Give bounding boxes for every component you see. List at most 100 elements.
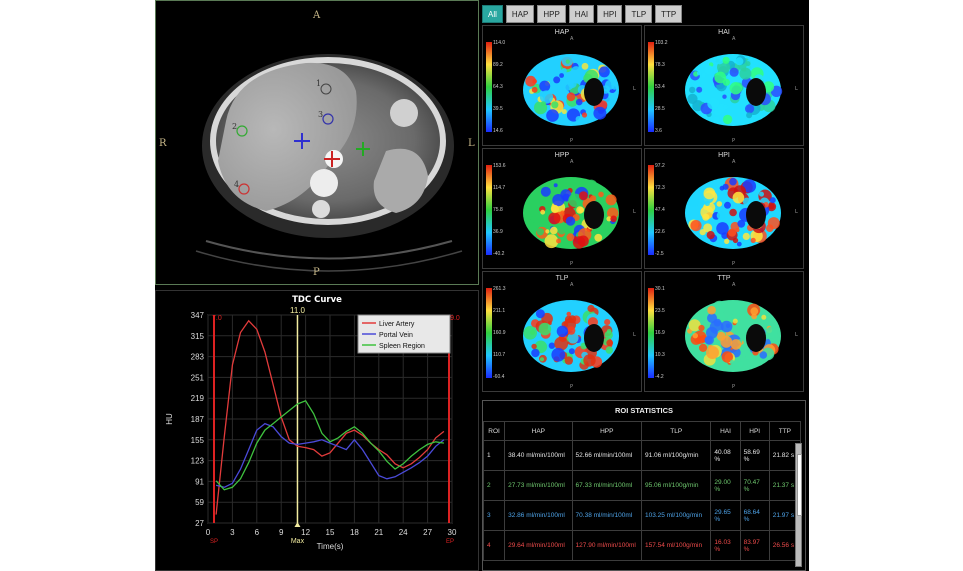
map-orientation-right: L — [795, 332, 798, 338]
cell-hpp: 52.66 ml/min/100ml — [571, 440, 642, 471]
map-2[interactable]: HAI 103.2 78.3 53.4 28.5 3.6 A P L — [644, 25, 804, 146]
y-tick-label: 315 — [191, 332, 205, 341]
scale-value: 16.9 — [655, 330, 665, 336]
col-tlp: TLP — [640, 421, 712, 441]
scale-value: -4.2 — [655, 374, 664, 380]
scale-value: 103.2 — [655, 40, 668, 46]
cell-hpi: 70.47 % — [739, 470, 770, 501]
scale-value: -2.5 — [655, 251, 664, 257]
map-pixel — [551, 101, 559, 109]
map-pixel — [550, 226, 558, 235]
map-1[interactable]: HAP 114.0 89.2 64.3 39.5 14.6 A P L — [482, 25, 642, 146]
map-pixel — [529, 222, 539, 232]
table-row[interactable]: 4 29.64 ml/min/100ml 127.90 ml/min/100ml 15… — [483, 530, 802, 561]
map-pixel — [540, 209, 546, 215]
map-5[interactable]: TLP 261.3 211.1 160.9 110.7 -60.4 A P L — [482, 271, 642, 392]
col-hpp: HPP — [571, 421, 642, 441]
perfusion-map-image[interactable] — [678, 165, 788, 260]
x-axis-label: Time(s) — [317, 542, 344, 551]
map-6[interactable]: TTP 30.1 23.5 16.9 10.3 -4.2 A P L — [644, 271, 804, 392]
cell-hai: 40.08 % — [710, 440, 741, 471]
map-pixel — [745, 104, 755, 114]
map-pixel — [530, 329, 535, 335]
cell-hpp: 67.33 ml/min/100ml — [571, 470, 642, 501]
table-row[interactable]: 2 27.73 ml/min/100ml 67.33 ml/min/100ml 95.… — [483, 470, 802, 501]
color-scale-bar — [648, 165, 654, 255]
map-orientation-top: A — [732, 282, 736, 288]
stats-scrollbar[interactable] — [795, 443, 802, 567]
map-orientation-bottom: P — [570, 138, 574, 144]
stats-table: ROI HAP HPP TLP HAI HPI TTP 1 38.40 ml/mi… — [483, 421, 802, 561]
map-pixel — [745, 61, 751, 67]
map-pixel — [696, 71, 702, 76]
map-pixel — [689, 197, 699, 207]
map-pixel — [716, 222, 729, 235]
map-pixel — [565, 216, 576, 226]
perfusion-map-image[interactable] — [678, 42, 788, 137]
perfusion-map-image[interactable] — [516, 42, 626, 137]
scale-value: 153.6 — [493, 163, 506, 169]
ct-viewer[interactable]: A P R L 1 2 3 4 — [155, 0, 479, 285]
tab-hpp[interactable]: HPP — [537, 5, 566, 23]
map-pixel — [751, 313, 757, 320]
perfusion-map-image[interactable] — [516, 288, 626, 383]
map-title: HAI — [718, 29, 730, 36]
scroll-thumb[interactable] — [797, 454, 802, 516]
roi-label-2: 2 — [232, 122, 238, 131]
map-pixel — [530, 216, 538, 223]
color-scale-bar — [486, 288, 492, 378]
map-pixel — [736, 241, 742, 247]
perfusion-map-image[interactable] — [516, 165, 626, 260]
tdc-chart[interactable]: 0 3 6 9 12 15 18 21 24 27 30 27 59 91 123 155 187 219 251 2… — [156, 291, 478, 570]
col-roi: ROI — [483, 421, 506, 441]
map-pixel — [765, 326, 778, 339]
map-pixel — [598, 66, 610, 78]
x-tick-label: 3 — [230, 528, 235, 537]
orientation-bottom: P — [313, 267, 320, 278]
map-pixel — [714, 71, 727, 84]
y-tick-label: 251 — [191, 373, 205, 382]
map-dark-region — [746, 324, 766, 352]
map-pixel — [559, 73, 564, 78]
color-scale-bar — [486, 42, 492, 132]
tab-ttp[interactable]: TTP — [655, 5, 683, 23]
map-pixel — [553, 70, 559, 76]
map-pixel — [702, 213, 710, 221]
map-pixel — [604, 319, 611, 326]
map-pixel — [732, 191, 745, 204]
y-tick-label: 187 — [191, 415, 205, 424]
color-scale-bar — [486, 165, 492, 255]
map-pixel — [707, 305, 716, 315]
map-pixel — [703, 187, 716, 200]
cell-roi: 2 — [483, 470, 506, 501]
tab-tlp[interactable]: TLP — [625, 5, 653, 23]
stats-header-row: ROI HAP HPP TLP HAI HPI TTP — [483, 421, 802, 441]
perfusion-app: A P R L 1 2 3 4 TDC Curve 0 3 6 9 12 15 18 21 24… — [155, 0, 809, 571]
map-pixel — [594, 233, 603, 242]
tab-hpi[interactable]: HPI — [597, 5, 623, 23]
tab-hai[interactable]: HAI — [568, 5, 595, 23]
map-pixel — [746, 112, 753, 119]
map-pixel — [539, 90, 554, 104]
scale-value: 47.4 — [655, 207, 665, 213]
map-pixel — [729, 82, 742, 95]
map-pixel — [732, 237, 739, 244]
map-3[interactable]: HPP 153.6 114.7 75.8 36.9 -40.2 A P L — [482, 148, 642, 269]
table-row[interactable]: 1 38.40 ml/min/100ml 52.66 ml/min/100ml 91.… — [483, 440, 802, 471]
perfusion-map-image[interactable] — [678, 288, 788, 383]
roi-label-1: 1 — [316, 79, 322, 88]
map-pixel — [557, 226, 566, 235]
tab-hap[interactable]: HAP — [505, 5, 535, 23]
map-pixel — [704, 336, 712, 344]
map-orientation-top: A — [732, 36, 736, 42]
ct-image[interactable] — [156, 1, 478, 284]
map-pixel — [698, 324, 705, 332]
table-row[interactable]: 3 32.86 ml/min/100ml 70.38 ml/min/100ml 103… — [483, 500, 802, 531]
map-pixel — [732, 309, 742, 319]
scale-value: 114.7 — [493, 185, 506, 191]
map-4[interactable]: HPI 97.2 72.3 47.4 22.6 -2.5 A P L — [644, 148, 804, 269]
tab-all[interactable]: All — [482, 5, 503, 23]
scale-value: 36.9 — [493, 229, 503, 235]
y-tick-label: 283 — [191, 353, 205, 362]
map-pixel — [742, 232, 750, 240]
